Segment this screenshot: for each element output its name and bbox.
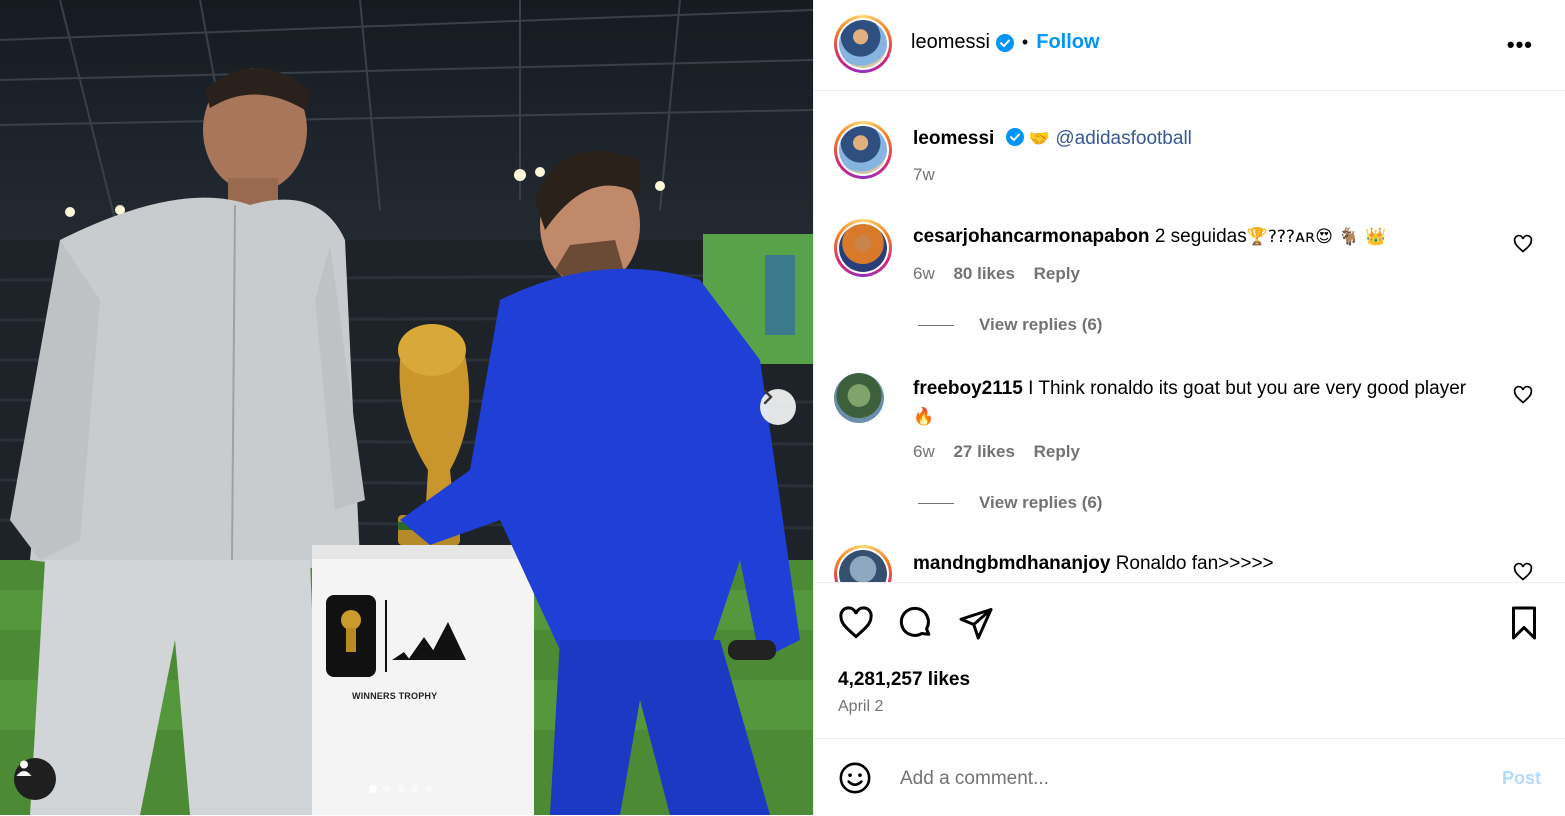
post-side-panel: leomessi • Follow ••• leomessi 🤝 @adidas… <box>813 0 1565 815</box>
comment-icon[interactable] <box>898 605 934 641</box>
carousel-dot <box>369 785 377 793</box>
comment-text: Ronaldo fan>>>>> <box>1115 553 1274 574</box>
more-options-icon[interactable]: ••• <box>1507 32 1533 58</box>
reply-button[interactable]: Reply <box>1034 264 1080 283</box>
caption-username[interactable]: leomessi <box>913 128 994 149</box>
emoji-picker-icon[interactable] <box>838 761 872 795</box>
product-label: WINNERS TROPHY <box>352 691 438 701</box>
commenter-avatar[interactable] <box>834 373 884 423</box>
comment-input[interactable] <box>898 761 1462 797</box>
comment-emojis: 🔥 <box>913 407 935 427</box>
comment-time: 6w <box>913 442 935 461</box>
carousel-dot <box>425 785 433 793</box>
chevron-right-icon <box>763 389 773 405</box>
reply-button[interactable]: Reply <box>1034 442 1080 461</box>
caption-mention[interactable]: @adidasfootball <box>1055 128 1192 149</box>
comment-likes[interactable]: 80 likes <box>953 264 1014 283</box>
comment-time: 6w <box>913 264 935 283</box>
author-username[interactable]: leomessi <box>911 31 990 54</box>
comment-emojis: 🏆???ᴀʀ😍 🐐 👑 <box>1246 227 1387 247</box>
carousel-dot <box>383 785 391 793</box>
commenter-avatar[interactable] <box>834 219 892 277</box>
comments-list[interactable]: leomessi 🤝 @adidasfootball 7w cesarjohan… <box>814 91 1565 582</box>
post-media[interactable]: WINNERS TROPHY <box>0 0 813 815</box>
like-comment-heart-icon[interactable] <box>1513 234 1533 254</box>
post-header: leomessi • Follow ••• <box>814 0 1565 91</box>
commenter-username[interactable]: freeboy2115 <box>913 378 1023 399</box>
comment-likes[interactable]: 27 likes <box>953 442 1014 461</box>
header-separator: • <box>1021 32 1029 52</box>
next-slide-button[interactable] <box>760 389 796 425</box>
commenter-username[interactable]: mandngbmdhananjoy <box>913 553 1110 574</box>
like-heart-icon[interactable] <box>838 605 874 641</box>
carousel-indicator <box>369 785 433 793</box>
post-comment-button[interactable]: Post <box>1502 768 1541 789</box>
commenter-avatar[interactable] <box>834 545 892 582</box>
comment-text: 2 seguidas <box>1154 226 1247 247</box>
save-bookmark-icon[interactable] <box>1506 605 1542 641</box>
verified-badge-icon <box>995 33 1014 52</box>
carousel-dot <box>411 785 419 793</box>
share-send-icon[interactable] <box>958 605 994 641</box>
follow-button[interactable]: Follow <box>1036 31 1099 54</box>
verified-badge-icon <box>1005 128 1024 146</box>
add-comment-bar: Post <box>814 738 1565 816</box>
view-replies-button[interactable]: View replies (6) <box>918 493 1102 513</box>
carousel-dot <box>397 785 405 793</box>
post-actions: 4,281,257 likes April 2 <box>814 582 1565 739</box>
tagged-users-button[interactable] <box>14 758 56 800</box>
post-date[interactable]: April 2 <box>838 698 883 716</box>
user-icon <box>16 760 32 776</box>
like-comment-heart-icon[interactable] <box>1513 385 1533 405</box>
likes-count[interactable]: 4,281,257 likes <box>838 669 970 691</box>
commenter-username[interactable]: cesarjohancarmonapabon <box>913 226 1150 247</box>
view-replies-button[interactable]: View replies (6) <box>918 315 1102 335</box>
handshake-emoji: 🤝 <box>1028 129 1051 149</box>
comment-text: I Think ronaldo its goat but you are ver… <box>1028 378 1467 399</box>
caption-avatar[interactable] <box>834 121 892 179</box>
like-comment-heart-icon[interactable] <box>1513 562 1533 582</box>
author-avatar[interactable] <box>834 15 892 73</box>
caption-time: 7w <box>913 165 935 184</box>
